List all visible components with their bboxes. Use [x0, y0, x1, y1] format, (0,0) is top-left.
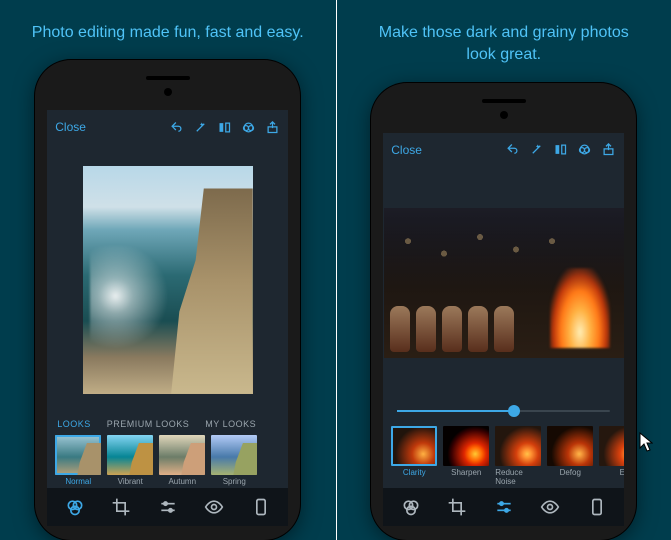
close-button[interactable]: Close	[55, 120, 86, 134]
tab-premium-looks[interactable]: PREMIUM LOOKS	[107, 419, 190, 429]
thumb-reduce-noise[interactable]: Reduce Noise	[495, 426, 541, 486]
thumb-image	[599, 426, 624, 466]
promo-panel-left: Photo editing made fun, fast and easy. C…	[0, 0, 336, 540]
people-silhouettes	[390, 306, 514, 352]
photo-canvas[interactable]	[383, 167, 624, 400]
thumb-image	[391, 426, 437, 466]
tab-looks[interactable]: LOOKS	[57, 419, 91, 429]
thumb-defog[interactable]: Defog	[547, 426, 593, 486]
share-icon[interactable]	[600, 142, 616, 158]
thumb-autumn[interactable]: Autumn	[159, 435, 205, 486]
auto-enhance-icon[interactable]	[192, 119, 208, 135]
intensity-slider[interactable]	[397, 410, 610, 412]
looks-icon[interactable]	[400, 496, 422, 518]
thumb-image	[547, 426, 593, 466]
cloud-icon[interactable]	[240, 119, 256, 135]
coast-photo	[83, 166, 253, 394]
undo-icon[interactable]	[168, 119, 184, 135]
compare-icon[interactable]	[216, 119, 232, 135]
thumb-extra[interactable]: E	[599, 426, 624, 486]
top-bar: Close	[383, 133, 624, 167]
phone-frame-right: Close	[371, 83, 636, 540]
thumb-image	[211, 435, 257, 475]
bottom-toolbar	[47, 488, 288, 526]
campfire-photo	[384, 208, 624, 358]
blemish-icon[interactable]	[250, 496, 272, 518]
intensity-slider-row	[383, 400, 624, 422]
thumb-normal[interactable]: Normal	[55, 435, 101, 486]
bottom-toolbar	[383, 488, 624, 526]
app-screen-right: Close	[383, 133, 624, 526]
slider-fill	[397, 410, 514, 412]
crop-icon[interactable]	[446, 496, 468, 518]
redeye-icon[interactable]	[539, 496, 561, 518]
headline-right: Make those dark and grainy photos look g…	[337, 0, 671, 77]
thumb-image	[159, 435, 205, 475]
looks-icon[interactable]	[64, 496, 86, 518]
redeye-icon[interactable]	[203, 496, 225, 518]
adjust-icon[interactable]	[157, 496, 179, 518]
photo-canvas[interactable]	[47, 144, 288, 415]
thumb-sharpen[interactable]: Sharpen	[443, 426, 489, 486]
phone-frame-left: Close LOOKS PREMIUM LOOKS MY LOOKS Norma…	[35, 60, 300, 540]
close-button[interactable]: Close	[391, 143, 422, 157]
app-screen-left: Close LOOKS PREMIUM LOOKS MY LOOKS Norma…	[47, 110, 288, 526]
thumb-image	[107, 435, 153, 475]
crop-icon[interactable]	[110, 496, 132, 518]
thumb-image	[443, 426, 489, 466]
thumb-vibrant[interactable]: Vibrant	[107, 435, 153, 486]
thumb-image	[495, 426, 541, 466]
thumb-clarity[interactable]: Clarity	[391, 426, 437, 486]
thumbnail-row: Clarity Sharpen Reduce Noise Defog E	[383, 422, 624, 488]
thumb-image	[55, 435, 101, 475]
compare-icon[interactable]	[552, 142, 568, 158]
slider-thumb[interactable]	[508, 405, 520, 417]
cloud-icon[interactable]	[576, 142, 592, 158]
auto-enhance-icon[interactable]	[528, 142, 544, 158]
share-icon[interactable]	[264, 119, 280, 135]
promo-panel-right: Make those dark and grainy photos look g…	[336, 0, 671, 540]
undo-icon[interactable]	[504, 142, 520, 158]
tab-my-looks[interactable]: MY LOOKS	[205, 419, 256, 429]
blemish-icon[interactable]	[586, 496, 608, 518]
thumb-spring[interactable]: Spring	[211, 435, 257, 486]
headline-left: Photo editing made fun, fast and easy.	[2, 0, 334, 54]
top-bar: Close	[47, 110, 288, 144]
category-tabs: LOOKS PREMIUM LOOKS MY LOOKS	[47, 415, 288, 431]
adjust-icon[interactable]	[493, 496, 515, 518]
thumbnail-row: Normal Vibrant Autumn Spring	[47, 431, 288, 488]
